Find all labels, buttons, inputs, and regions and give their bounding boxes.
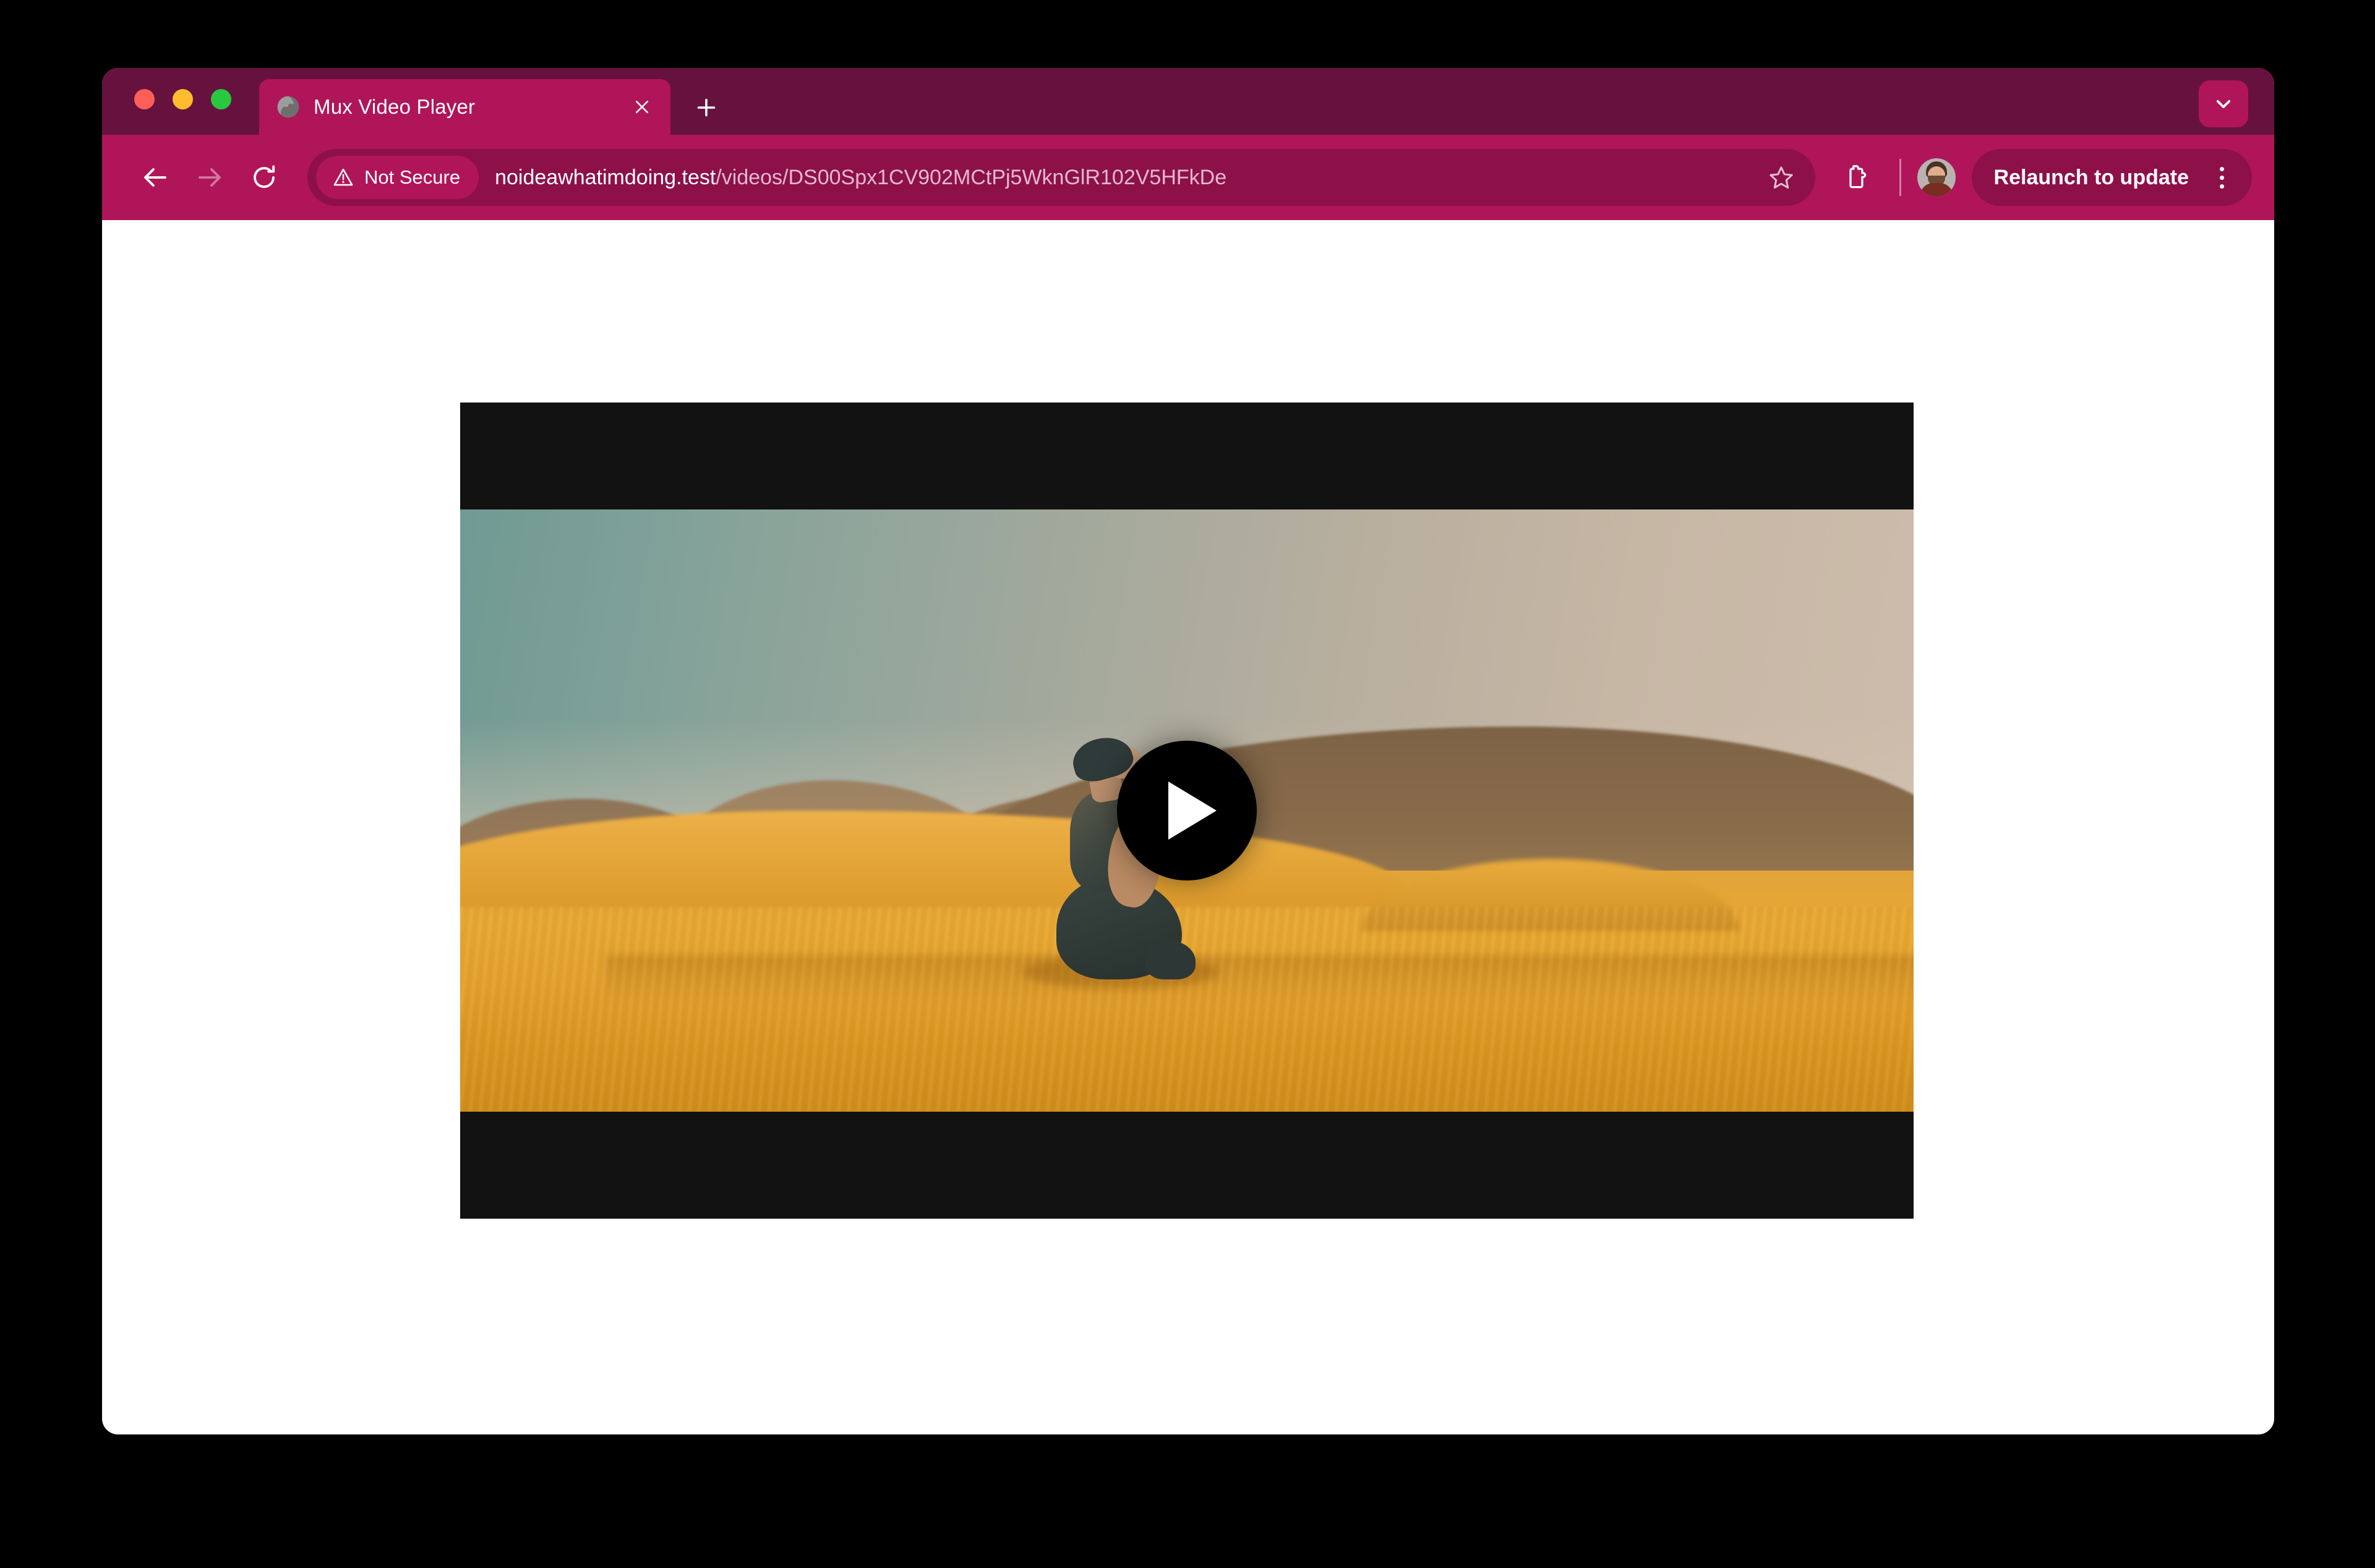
toolbar-divider: [1899, 159, 1901, 196]
url-path: /videos/DS00Spx1CV902MCtPj5WknGlR102V5HF…: [716, 165, 1227, 189]
browser-toolbar: Not Secure noideawhatimdoing.test/videos…: [102, 135, 2274, 220]
security-status-label: Not Secure: [364, 166, 461, 188]
back-button[interactable]: [128, 150, 182, 205]
avatar[interactable]: [1917, 158, 1956, 197]
extensions-button[interactable]: [1830, 151, 1883, 204]
play-button[interactable]: [1117, 741, 1257, 880]
relaunch-to-update-label: Relaunch to update: [1993, 165, 2189, 189]
url-host: noideawhatimdoing.test: [495, 165, 716, 189]
menu-dot: [2219, 175, 2224, 180]
new-tab-button[interactable]: [685, 87, 727, 129]
video-letterbox-bottom: [460, 1112, 1914, 1219]
three-dot-menu-icon[interactable]: [2205, 156, 2238, 199]
arrow-left-icon: [144, 168, 166, 187]
avatar-body: [1919, 183, 1953, 197]
browser-tab-mux-video-player[interactable]: Mux Video Player: [259, 79, 670, 135]
reload-button[interactable]: [237, 150, 291, 205]
reload-icon: [254, 165, 275, 188]
menu-dot: [2219, 184, 2224, 189]
tab-search-button[interactable]: [2199, 80, 2248, 127]
page-viewport: [102, 220, 2274, 1434]
security-status-badge[interactable]: Not Secure: [316, 156, 479, 199]
relaunch-to-update-button[interactable]: Relaunch to update: [1971, 149, 2252, 206]
globe-icon: [277, 96, 299, 118]
tab-strip: Mux Video Player: [102, 68, 2274, 135]
forward-button[interactable]: [182, 150, 237, 205]
play-triangle-icon: [1168, 782, 1217, 840]
tab-title: Mux Video Player: [314, 95, 476, 118]
star-icon: [1769, 166, 1793, 189]
window-minimize-button[interactable]: [173, 88, 193, 109]
mux-video-player[interactable]: [460, 403, 1914, 1219]
window-traffic-lights: [134, 68, 231, 135]
warning-triangle-icon: [333, 168, 353, 186]
sand-wind-streaks: [460, 906, 1914, 1112]
window-close-button[interactable]: [134, 88, 155, 109]
chevron-down-icon: [2216, 100, 2231, 108]
bookmark-button[interactable]: [1757, 153, 1805, 202]
video-letterbox-top: [460, 403, 1914, 509]
arrow-right-icon: [199, 168, 221, 187]
window-maximize-button[interactable]: [211, 88, 231, 109]
tab-close-icon[interactable]: [628, 93, 656, 121]
url-text[interactable]: noideawhatimdoing.test/videos/DS00Spx1CV…: [495, 166, 1748, 190]
address-bar[interactable]: Not Secure noideawhatimdoing.test/videos…: [307, 149, 1815, 206]
close-icon: [635, 100, 649, 114]
plus-icon: [697, 98, 716, 117]
person-foot: [1145, 940, 1196, 979]
menu-dot: [2219, 166, 2224, 171]
puzzle-piece-icon: [1849, 165, 1866, 189]
browser-window: Mux Video Player Not Secure noideawhatim…: [102, 68, 2274, 1434]
